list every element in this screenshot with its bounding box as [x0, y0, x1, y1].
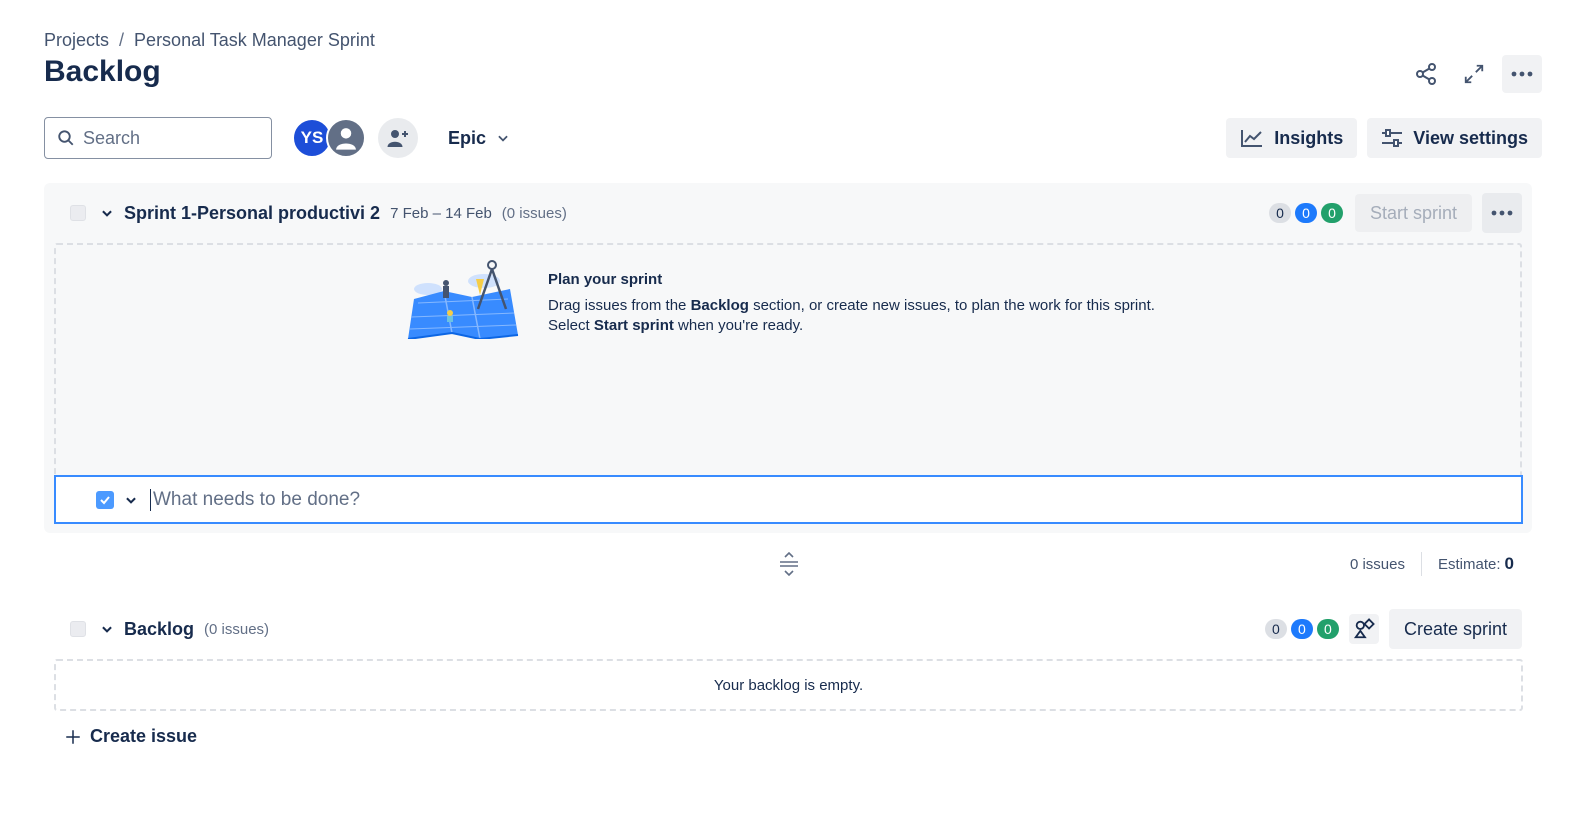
more-icon [1491, 210, 1513, 216]
create-issue-label: Create issue [90, 726, 198, 746]
breadcrumb-separator: / [119, 30, 125, 50]
backlog-issue-count: (0 issues) [204, 620, 270, 638]
sliders-icon [1382, 129, 1403, 147]
sprint-issue-total: 0 issues [1349, 555, 1405, 573]
breadcrumb-projects-link[interactable]: Projects [44, 30, 109, 51]
breadcrumb: Projects / Personal Task Manager Sprint [44, 30, 375, 51]
search-icon [58, 130, 74, 146]
filter-toolbar: YS Epic [44, 117, 510, 159]
expand-icon [1464, 64, 1484, 84]
todo-count-badge: 0 [1264, 619, 1287, 639]
chevron-down-icon [102, 626, 112, 633]
sprint-select-checkbox[interactable] [70, 205, 86, 221]
backlog-status-counts: 0 0 0 [1264, 619, 1339, 639]
more-icon [1511, 71, 1533, 77]
sprint-status-counts: 0 0 0 [1268, 203, 1343, 223]
view-settings-button[interactable]: View settings [1367, 118, 1542, 158]
plan-sprint-title: Plan your sprint [548, 271, 663, 288]
user-icon [336, 128, 356, 150]
in-progress-count-badge: 0 [1294, 203, 1317, 223]
done-count-badge: 0 [1316, 619, 1339, 639]
inline-create-issue [54, 475, 1523, 524]
resize-handle-icon[interactable] [778, 552, 800, 576]
todo-count-badge: 0 [1268, 203, 1291, 223]
create-sprint-button[interactable]: Create sprint [1388, 609, 1522, 649]
backlog-select-checkbox[interactable] [70, 621, 86, 637]
sprint-dates: 7 Feb – 14 Feb [390, 204, 492, 222]
sprint-summary: 0 issues Estimate: 0 [1350, 552, 1514, 576]
chevron-down-icon[interactable] [124, 493, 138, 507]
sprint-collapse-toggle[interactable] [100, 206, 114, 220]
board-tools: Insights View settings [1226, 118, 1542, 158]
plan-sprint-text: Plan your sprint Drag issues from the Ba… [548, 255, 1155, 339]
sprint-container: Sprint 1-Personal productivi 2 7 Feb – 1… [44, 183, 1532, 533]
estimate-label: Estimate: [1438, 555, 1501, 573]
plan-sprint-instruction: Select Start sprint when you're ready. [548, 317, 804, 334]
checkmark-icon [100, 495, 110, 504]
add-people-button[interactable] [378, 118, 418, 158]
share-button[interactable] [1406, 55, 1446, 93]
add-person-icon [387, 130, 408, 147]
page-title: Backlog [44, 55, 161, 88]
chart-line-icon [1241, 130, 1263, 147]
backlog-collapse-toggle[interactable] [100, 622, 114, 636]
sprint-issue-count: (0 issues) [501, 204, 567, 222]
done-count-badge: 0 [1320, 203, 1343, 223]
search-box[interactable] [44, 117, 272, 159]
more-actions-button[interactable] [1502, 55, 1542, 93]
start-sprint-button[interactable]: Start sprint [1354, 194, 1472, 232]
sprint-name[interactable]: Sprint 1-Personal productivi 2 [124, 203, 380, 224]
backlog-empty-state: Your backlog is empty. [54, 659, 1523, 711]
chevron-down-icon [498, 135, 508, 142]
task-type-icon[interactable] [96, 490, 114, 509]
backlog-header: Backlog (0 issues) 0 0 0 Create sprint [44, 606, 1532, 652]
avatar-generic[interactable] [326, 118, 366, 158]
create-issue-button[interactable]: Create issue [64, 726, 197, 747]
view-settings-label: View settings [1413, 127, 1528, 148]
sprint-actions: 0 0 0 Start sprint [1268, 193, 1522, 233]
search-input[interactable] [83, 127, 253, 149]
issue-summary-input[interactable] [150, 488, 1350, 511]
epic-filter-dropdown[interactable]: Epic [448, 128, 510, 149]
backlog-title: Backlog [124, 618, 195, 639]
shapes-icon [1353, 618, 1375, 639]
sprint-more-button[interactable] [1482, 193, 1522, 233]
avatar-group: YS [292, 118, 366, 158]
summary-divider [1421, 552, 1422, 576]
share-icon [1416, 63, 1436, 85]
sprint-map-illustration [407, 260, 519, 339]
insights-button[interactable]: Insights [1226, 118, 1358, 158]
plan-sprint-description: Drag issues from the Backlog section, or… [548, 297, 1155, 314]
estimate-value: 0 [1504, 554, 1514, 573]
backlog-actions: 0 0 0 Create sprint [1264, 609, 1522, 649]
backlog-shapes-button[interactable] [1348, 614, 1379, 644]
plus-icon [66, 729, 80, 744]
chevron-down-icon [102, 210, 112, 217]
sprint-header: Sprint 1-Personal productivi 2 7 Feb – 1… [44, 183, 1532, 243]
page-actions [1406, 55, 1542, 93]
epic-filter-label: Epic [448, 127, 487, 148]
plan-sprint-empty-state: Plan your sprint Drag issues from the Ba… [406, 255, 1155, 339]
in-progress-count-badge: 0 [1290, 619, 1313, 639]
fullscreen-button[interactable] [1454, 55, 1494, 93]
breadcrumb-project-link[interactable]: Personal Task Manager Sprint [134, 30, 375, 51]
insights-label: Insights [1274, 127, 1344, 148]
